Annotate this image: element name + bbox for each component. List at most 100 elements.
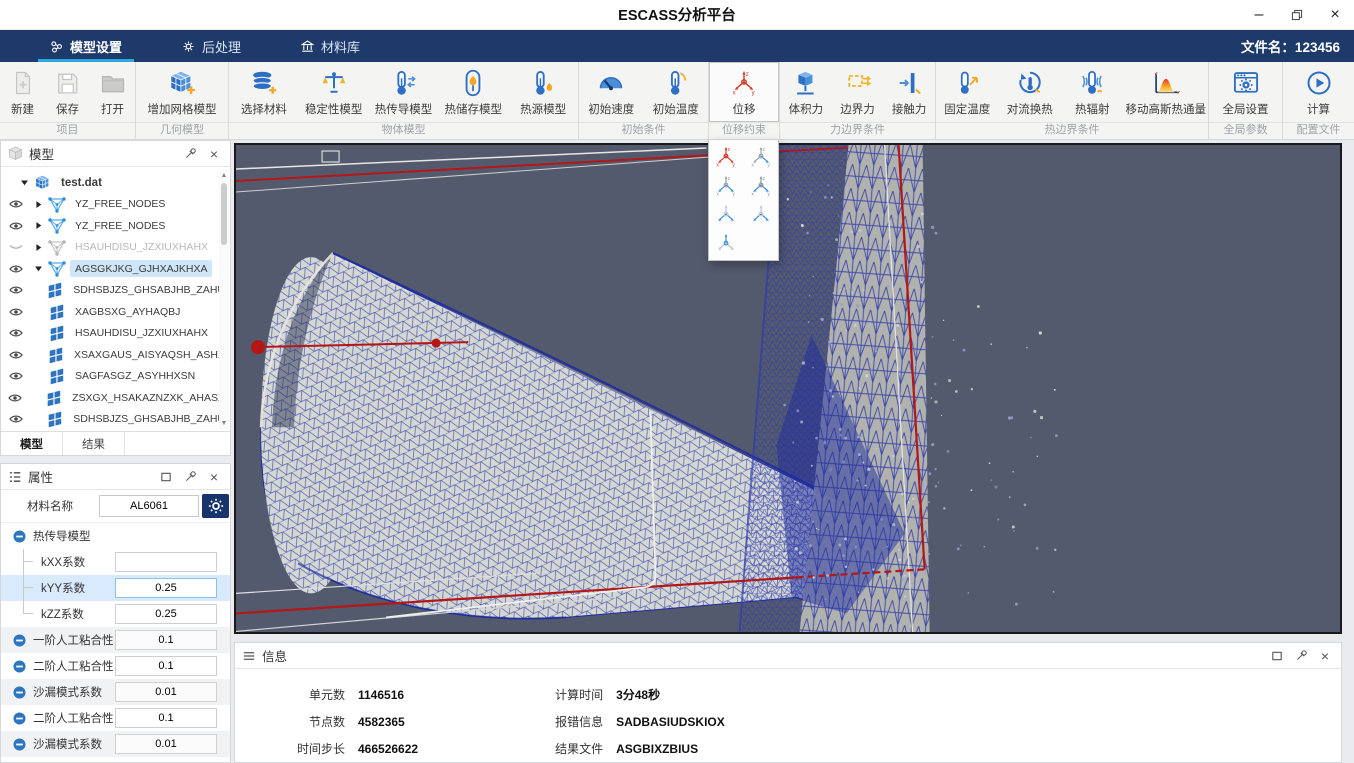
tree-item[interactable]: SDHSBJZS_GHSABJHB_ZAHU <box>1 280 230 302</box>
moving-gauss-flux-button[interactable]: 移动高斯热通量 <box>1124 62 1209 122</box>
tree-item-label[interactable]: ZSXGX_HSAKAZNZXK_AHASX <box>67 389 230 406</box>
property-row[interactable]: kXX系数 <box>1 549 230 575</box>
collapse-minus-icon[interactable] <box>13 738 26 751</box>
property-row[interactable]: kZZ系数 <box>1 601 230 627</box>
displacement-option-6[interactable] <box>744 200 779 229</box>
tab-model-setup[interactable]: 模型设置 <box>34 30 138 62</box>
property-value-input[interactable] <box>115 656 217 676</box>
maximize-icon[interactable] <box>1268 647 1286 665</box>
property-row[interactable]: 沙漏模式系数 <box>1 731 230 757</box>
visibility-toggle[interactable] <box>1 347 31 363</box>
property-value-input[interactable] <box>115 734 217 754</box>
tree-item[interactable]: ZSXGX_HSAKAZNZXK_AHASX <box>1 387 230 409</box>
tree-item[interactable]: SDHSBJZS_GHSABJHB_ZAHU <box>1 409 230 431</box>
material-settings-button[interactable] <box>202 494 229 518</box>
property-row[interactable]: 二阶人工粘合性 <box>1 653 230 679</box>
global-settings-button[interactable]: 全局设置 <box>1209 62 1282 122</box>
contact-force-button[interactable]: 接触力 <box>883 62 935 122</box>
collapse-minus-icon[interactable] <box>13 660 26 673</box>
tree-item[interactable]: AGSGKJKG_GJHXAJKHXA <box>1 258 230 280</box>
close-icon[interactable]: × <box>1316 647 1334 665</box>
open-folder-button[interactable]: 打开 <box>90 62 135 122</box>
boundary-force-button[interactable]: 边界力 <box>832 62 884 122</box>
property-value-input[interactable] <box>115 708 217 728</box>
close-button[interactable]: × <box>1316 0 1354 29</box>
tree-item[interactable]: XSAXGAUS_AISYAQSH_ASHX <box>1 344 230 366</box>
add-mesh-model-button[interactable]: 增加网格模型 <box>136 62 228 122</box>
viewport-3d[interactable] <box>234 143 1342 634</box>
tree-item[interactable]: SAGFASGZ_ASYHHXSN <box>1 366 230 388</box>
visibility-toggle[interactable] <box>1 261 31 277</box>
property-value-input[interactable] <box>115 578 217 598</box>
property-row[interactable]: 沙漏模式系数 <box>1 679 230 705</box>
displacement-option-1[interactable]: zxy <box>709 142 744 171</box>
tree-item[interactable]: YZ_FREE_NODES <box>1 215 230 237</box>
visibility-toggle[interactable] <box>1 411 30 427</box>
expand-caret[interactable] <box>17 177 32 188</box>
property-row[interactable]: 一阶人工粘合性 <box>1 627 230 653</box>
initial-velocity-button[interactable]: 初始速度 <box>579 62 644 122</box>
visibility-toggle[interactable] <box>1 325 31 341</box>
visibility-toggle[interactable] <box>1 282 30 298</box>
property-value-input[interactable] <box>115 630 217 650</box>
scroll-down-arrow[interactable]: ▼ <box>219 418 229 429</box>
visibility-toggle[interactable] <box>1 218 31 234</box>
tree-scrollbar[interactable]: ▲ ▼ <box>219 170 229 429</box>
property-row[interactable]: kYY系数 <box>1 575 230 601</box>
tree-item-label[interactable]: HSAUHDISU_JZXIUXHAHX <box>70 325 213 342</box>
property-value-input[interactable] <box>115 604 217 624</box>
scroll-up-arrow[interactable]: ▲ <box>219 170 229 181</box>
pin-icon[interactable] <box>181 468 199 486</box>
tree-item-label[interactable]: AGSGKJKG_GJHXAJKHXA <box>70 260 212 277</box>
tree-item[interactable]: XAGBSXG_AYHAQBJ <box>1 301 230 323</box>
displacement-option-3[interactable]: zxy <box>709 171 744 200</box>
heat-storage-model-button[interactable]: 热储存模型 <box>438 62 508 122</box>
heat-source-model-button[interactable]: 热源模型 <box>508 62 578 122</box>
close-icon[interactable]: × <box>205 468 223 486</box>
visibility-toggle[interactable] <box>1 304 31 320</box>
property-value-input[interactable] <box>115 682 217 702</box>
expand-caret[interactable] <box>31 263 46 274</box>
visibility-toggle[interactable] <box>1 239 31 255</box>
stability-model-button[interactable]: 稳定性模型 <box>299 62 369 122</box>
material-name-input[interactable] <box>99 495 199 517</box>
visibility-toggle[interactable] <box>1 368 31 384</box>
pin-icon[interactable] <box>1292 647 1310 665</box>
panel-tab-result[interactable]: 结果 <box>63 432 125 455</box>
close-icon[interactable]: × <box>205 145 223 163</box>
expand-caret[interactable] <box>31 242 46 253</box>
displacement-option-2[interactable]: zxy <box>744 142 779 171</box>
displacement-option-5[interactable] <box>709 200 744 229</box>
tree-item-label[interactable]: SAGFASGZ_ASYHHXSN <box>70 368 200 385</box>
tab-material-lib[interactable]: 材料库 <box>285 30 376 62</box>
collapse-minus-icon[interactable] <box>13 634 26 647</box>
expand-caret[interactable] <box>31 199 46 210</box>
new-file-button[interactable]: 新建 <box>0 62 45 122</box>
property-row[interactable]: 热传导模型 <box>1 523 230 549</box>
collapse-minus-icon[interactable] <box>13 686 26 699</box>
collapse-minus-icon[interactable] <box>13 712 26 725</box>
tab-post-process[interactable]: 后处理 <box>166 30 257 62</box>
tree-item[interactable]: YZ_FREE_NODES <box>1 194 230 216</box>
displacement-option-7[interactable] <box>709 229 744 258</box>
property-row[interactable]: 二阶人工粘合性 <box>1 705 230 731</box>
tree-item-label[interactable]: YZ_FREE_NODES <box>70 217 170 234</box>
tree-root-item[interactable]: test.dat <box>1 172 230 194</box>
tree-item-label[interactable]: XSAXGAUS_AISYAQSH_ASHX <box>69 346 230 363</box>
minimize-button[interactable]: – <box>1240 0 1278 29</box>
heat-conduction-model-button[interactable]: 热传导模型 <box>369 62 439 122</box>
maximize-icon[interactable] <box>157 468 175 486</box>
tree-item-label[interactable]: test.dat <box>56 174 107 191</box>
tree-item-label[interactable]: SDHSBJZS_GHSABJHB_ZAHU <box>68 282 230 299</box>
fixed-temperature-button[interactable]: 固定温度 <box>936 62 999 122</box>
tree-item-label[interactable]: YZ_FREE_NODES <box>70 196 170 213</box>
tree-item-label[interactable]: XAGBSXG_AYHAQBJ <box>70 303 185 320</box>
radiation-button[interactable]: 热辐射 <box>1061 62 1124 122</box>
expand-caret[interactable] <box>31 220 46 231</box>
property-value-input[interactable] <box>115 552 217 572</box>
compute-button[interactable]: 计算 <box>1283 62 1354 122</box>
displacement-button[interactable]: zxy位移 <box>709 62 779 122</box>
collapse-minus-icon[interactable] <box>13 530 26 543</box>
select-material-button[interactable]: 选择材料 <box>229 62 299 122</box>
panel-tab-model[interactable]: 模型 <box>1 432 63 455</box>
